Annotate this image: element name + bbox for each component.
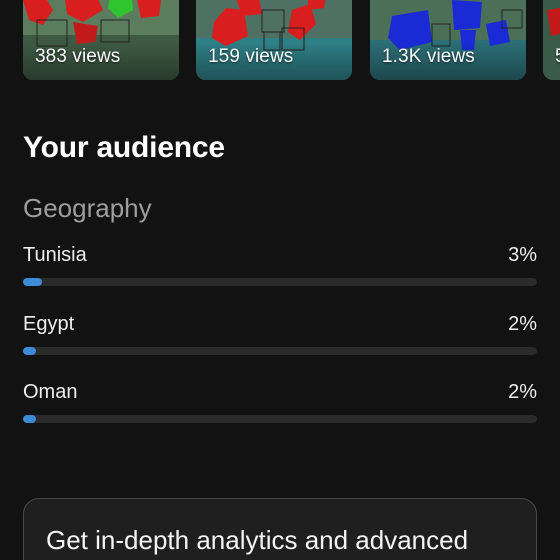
post-thumbnail-4[interactable]: 5	[543, 0, 560, 80]
post-thumbnail-2[interactable]: 159 views	[196, 0, 352, 80]
percent-bar-track	[23, 347, 537, 355]
map-thumbnail-image	[543, 0, 560, 80]
percent-bar-fill	[23, 347, 36, 355]
geography-row: Tunisia 3%	[23, 244, 537, 294]
thumbnail-views: 5	[555, 46, 560, 68]
section-title-audience: Your audience	[23, 131, 225, 164]
thumbnail-views: 1.3K views	[382, 46, 475, 67]
percent-bar-fill	[23, 415, 36, 423]
geography-row: Egypt 2%	[23, 313, 537, 363]
country-name: Egypt	[23, 313, 75, 335]
post-thumbnail-3[interactable]: 1.3K views	[370, 0, 526, 80]
percent-bar-track	[23, 415, 537, 423]
post-thumbnail-1[interactable]: 383 views	[23, 0, 179, 80]
country-name: Tunisia	[23, 244, 87, 266]
country-percent: 2%	[508, 313, 537, 335]
promo-text: Get in-depth analytics and advanced	[46, 525, 469, 555]
subsection-title-geography: Geography	[23, 193, 152, 223]
country-percent: 2%	[508, 381, 537, 403]
percent-bar-fill	[23, 278, 42, 286]
thumbnail-views: 159 views	[208, 46, 294, 67]
percent-bar-track	[23, 278, 537, 286]
recent-posts-row: 383 views 159 views 1.3K views	[0, 0, 560, 82]
advanced-analytics-card[interactable]: Get in-depth analytics and advanced	[23, 498, 537, 560]
geography-row: Oman 2%	[23, 381, 537, 431]
country-name: Oman	[23, 381, 78, 403]
thumbnail-views: 383 views	[35, 46, 121, 67]
country-percent: 3%	[508, 244, 537, 266]
insights-page: 383 views 159 views 1.3K views Your audi…	[0, 0, 560, 560]
